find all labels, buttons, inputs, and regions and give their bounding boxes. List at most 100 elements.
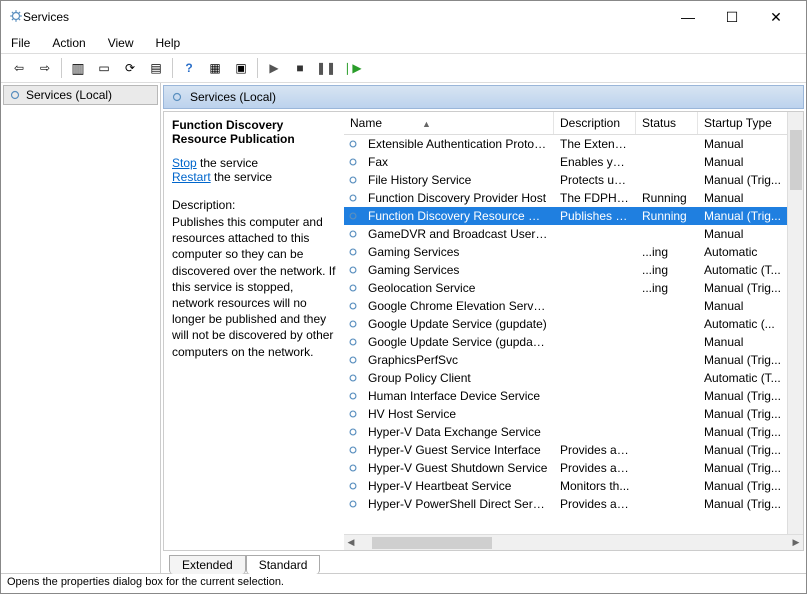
gear-icon: [170, 90, 184, 104]
cell-status: [636, 359, 698, 361]
cell-startup: Manual (Trig...: [698, 460, 788, 476]
scroll-left-icon[interactable]: ◀: [344, 537, 358, 548]
minimize-button[interactable]: —: [666, 3, 710, 31]
refresh-button[interactable]: ⟳: [118, 56, 142, 80]
column-status[interactable]: Status: [636, 112, 698, 134]
service-row[interactable]: FaxEnables you...Manual: [344, 153, 803, 171]
service-row[interactable]: Hyper-V Guest Shutdown ServiceProvides a…: [344, 459, 803, 477]
toolbar-separator: [61, 58, 62, 78]
maximize-button[interactable]: ☐: [710, 3, 754, 31]
gear-icon: [346, 137, 360, 151]
gear-icon: [346, 443, 360, 457]
service-row[interactable]: Extensible Authentication ProtocolThe Ex…: [344, 135, 803, 153]
cell-description: Enables you...: [554, 154, 636, 170]
scrollbar-thumb[interactable]: [372, 537, 492, 549]
service-row[interactable]: Function Discovery Resource Publi...Publ…: [344, 207, 803, 225]
gear-icon: [344, 335, 362, 349]
status-bar: Opens the properties dialog box for the …: [1, 573, 806, 593]
service-row[interactable]: Google Update Service (gupdate...Manual: [344, 333, 803, 351]
restart-service-button[interactable]: ❘▶: [340, 56, 364, 80]
toolbar-separator: [172, 58, 173, 78]
tab-standard[interactable]: Standard: [246, 555, 321, 574]
cell-startup: Manual: [698, 190, 788, 206]
service-row[interactable]: Hyper-V PowerShell Direct ServiceProvide…: [344, 495, 803, 513]
gear-icon: [346, 461, 360, 475]
service-row[interactable]: GameDVR and Broadcast User Se...Manual: [344, 225, 803, 243]
service-row[interactable]: Function Discovery Provider HostThe FDPH…: [344, 189, 803, 207]
service-row[interactable]: Google Chrome Elevation Servic...Manual: [344, 297, 803, 315]
gear-icon: [8, 88, 22, 102]
cell-name: Google Update Service (gupdate): [362, 316, 554, 332]
service-row[interactable]: GraphicsPerfSvcManual (Trig...: [344, 351, 803, 369]
gear-icon: [346, 155, 360, 169]
cell-startup: Manual (Trig...: [698, 352, 788, 368]
cell-description: Provides a ...: [554, 460, 636, 476]
service-row[interactable]: Google Update Service (gupdate)Automatic…: [344, 315, 803, 333]
tree-item-services-local[interactable]: Services (Local): [3, 85, 158, 105]
show-hide-tree-button[interactable]: ▥: [66, 56, 90, 80]
cell-status: [636, 305, 698, 307]
close-button[interactable]: ✕: [754, 3, 798, 31]
service-row[interactable]: File History ServiceProtects use...Manua…: [344, 171, 803, 189]
cell-description: [554, 395, 636, 397]
gear-icon: [344, 371, 362, 385]
vertical-scrollbar[interactable]: [787, 112, 803, 534]
tab-extended[interactable]: Extended: [169, 555, 246, 574]
gear-icon: [344, 425, 362, 439]
start-service-button[interactable]: ▶: [262, 56, 286, 80]
forward-button[interactable]: ⇨: [33, 56, 57, 80]
toolbar-button[interactable]: ▦: [203, 56, 227, 80]
restart-link[interactable]: Restart: [172, 170, 211, 184]
cell-startup: Automatic (T...: [698, 262, 788, 278]
service-row[interactable]: Hyper-V Guest Service InterfaceProvides …: [344, 441, 803, 459]
cell-name: Geolocation Service: [362, 280, 554, 296]
menu-action[interactable]: Action: [48, 34, 89, 52]
service-row[interactable]: HV Host ServiceManual (Trig...: [344, 405, 803, 423]
horizontal-scrollbar[interactable]: ◀▶: [344, 534, 803, 550]
column-description[interactable]: Description: [554, 112, 636, 134]
scrollbar-thumb[interactable]: [790, 130, 802, 190]
service-row[interactable]: Group Policy ClientAutomatic (T...: [344, 369, 803, 387]
properties-button[interactable]: ▭: [92, 56, 116, 80]
gear-icon: [346, 317, 360, 331]
menu-view[interactable]: View: [104, 34, 138, 52]
cell-status: [636, 179, 698, 181]
scroll-right-icon[interactable]: ▶: [789, 537, 803, 548]
cell-description: Provides a ...: [554, 496, 636, 512]
cell-startup: Manual (Trig...: [698, 280, 788, 296]
service-row[interactable]: Gaming Services...ingAutomatic (T...: [344, 261, 803, 279]
stop-link[interactable]: Stop: [172, 156, 197, 170]
cell-description: [554, 287, 636, 289]
gear-icon: [344, 245, 362, 259]
menu-help[interactable]: Help: [152, 34, 185, 52]
help-button[interactable]: ?: [177, 56, 201, 80]
service-row[interactable]: Human Interface Device ServiceManual (Tr…: [344, 387, 803, 405]
service-row[interactable]: Hyper-V Data Exchange ServiceManual (Tri…: [344, 423, 803, 441]
cell-name: GameDVR and Broadcast User Se...: [362, 226, 554, 242]
cell-status: ...ing: [636, 280, 698, 296]
description-text: Publishes this computer and resources at…: [172, 214, 336, 360]
toolbar-button[interactable]: ▣: [229, 56, 253, 80]
back-button[interactable]: ⇦: [7, 56, 31, 80]
service-row[interactable]: Gaming Services...ingAutomatic: [344, 243, 803, 261]
service-row[interactable]: Geolocation Service ...ingManual (Trig...: [344, 279, 803, 297]
cell-startup: Manual (Trig...: [698, 442, 788, 458]
service-row[interactable]: Hyper-V Heartbeat ServiceMonitors th...M…: [344, 477, 803, 495]
export-list-button[interactable]: ▤: [144, 56, 168, 80]
gear-icon: [346, 173, 360, 187]
pause-service-button[interactable]: ❚❚: [314, 56, 338, 80]
menu-file[interactable]: File: [7, 34, 34, 52]
list-header: Name▲ Description Status Startup Type: [344, 112, 803, 135]
cell-name: Hyper-V PowerShell Direct Service: [362, 496, 554, 512]
column-startup-type[interactable]: Startup Type: [698, 112, 788, 134]
view-tabs: Extended Standard: [163, 551, 804, 573]
gear-icon: [344, 479, 362, 493]
description-label: Description:: [172, 198, 336, 212]
cell-status: ...ing: [636, 262, 698, 278]
stop-link-row: Stop the service: [172, 156, 336, 170]
cell-description: [554, 359, 636, 361]
column-name[interactable]: Name▲: [344, 112, 554, 134]
sort-asc-icon: ▲: [422, 119, 431, 129]
stop-service-button[interactable]: ■: [288, 56, 312, 80]
cell-startup: Manual: [698, 298, 788, 314]
